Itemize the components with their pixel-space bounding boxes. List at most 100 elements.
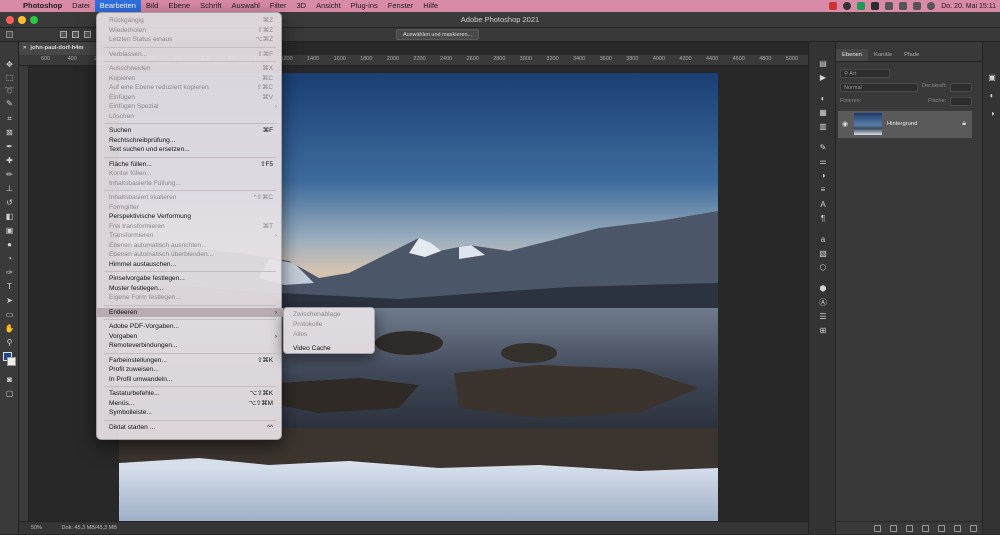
selection-new-icon[interactable]	[60, 31, 67, 38]
status-app-icon[interactable]	[829, 2, 838, 10]
selection-add-icon[interactable]	[72, 31, 79, 38]
history-brush-tool-icon[interactable]: ↺	[4, 198, 15, 207]
brushes-panel-icon[interactable]: ✎	[818, 143, 828, 152]
edit-menu-item[interactable]: Kopieren ⌘C	[97, 74, 283, 84]
character-panel-icon[interactable]: A	[818, 200, 828, 209]
learn-icon[interactable]: ◑	[987, 109, 997, 118]
info-panel-icon[interactable]: Ⓐ	[818, 298, 828, 307]
edit-menu-item[interactable]: Transformieren ›	[97, 231, 283, 241]
tab-pfade[interactable]: Pfade	[898, 49, 925, 61]
marquee-preset-icon[interactable]	[6, 31, 13, 38]
select-and-mask-button[interactable]: Auswählen und maskieren...	[396, 29, 480, 40]
edit-menu-item[interactable]: Rechtschreibprüfung...	[97, 136, 283, 146]
gradients-panel-icon[interactable]: ▥	[818, 122, 828, 131]
brush-tool-icon[interactable]: ✏	[4, 170, 15, 179]
menu-auswahl[interactable]: Auswahl	[226, 0, 264, 12]
edit-menu-item[interactable]: Perspektivische Verformung	[97, 212, 283, 222]
type-tool-icon[interactable]: T	[4, 282, 15, 291]
eraser-tool-icon[interactable]: ◧	[4, 212, 15, 221]
edit-menu-item[interactable]: Menüs... ⌥⇧⌘M	[97, 399, 283, 409]
libraries-panel-icon[interactable]: ☰	[818, 312, 828, 321]
edit-menu-item[interactable]: In Profil umwandeln...	[97, 375, 283, 385]
menu-datei[interactable]: Datei	[67, 0, 95, 12]
pen-tool-icon[interactable]: ✑	[4, 268, 15, 277]
tab-kanaele[interactable]: Kanäle	[868, 49, 898, 61]
status-monitor-icon[interactable]	[871, 2, 880, 10]
background-color-swatch[interactable]	[7, 357, 16, 366]
close-tab-icon[interactable]: ×	[23, 45, 26, 51]
edit-menu-item[interactable]: Inhaltsbasierte Füllung...	[97, 179, 283, 189]
edit-menu-item[interactable]: Muster festlegen...	[97, 284, 283, 294]
libraries-icon[interactable]: ▣	[987, 73, 997, 82]
edit-menu-item[interactable]: Inhaltsbasiert skalieren ^⇧⌘C	[97, 193, 283, 203]
add-mask-icon[interactable]	[906, 525, 913, 532]
quick-mask-icon[interactable]: ◙	[4, 375, 15, 384]
edit-menu-item[interactable]: Text suchen und ersetzen...	[97, 145, 283, 155]
clone-source-panel-icon[interactable]: ⚌	[818, 157, 828, 166]
layer-row[interactable]: ◉ Hintergrund 🔒︎	[838, 111, 972, 138]
edit-menu-item[interactable]: Rückgängig ⌘Z	[97, 16, 283, 26]
edit-menu-item[interactable]: Wiederholen ⇧⌘Z	[97, 26, 283, 36]
edit-menu-item[interactable]: Profil zuweisen...	[97, 365, 283, 375]
edit-menu-item[interactable]: Einfügen Spezial ›	[97, 102, 283, 112]
menu-plugins[interactable]: Plug-ins	[346, 0, 383, 12]
healing-brush-tool-icon[interactable]: ✚	[4, 156, 15, 165]
tab-ebenen[interactable]: Ebenen	[836, 49, 868, 61]
hand-tool-icon[interactable]: ✋	[4, 324, 15, 333]
edit-menu-item[interactable]: Löschen	[97, 112, 283, 122]
move-tool-icon[interactable]: ✥	[4, 60, 15, 69]
opacity-input[interactable]	[950, 83, 972, 92]
edit-menu-item[interactable]: Fläche füllen... ⇧F5	[97, 160, 283, 170]
history-panel-icon[interactable]: ▤	[818, 59, 828, 68]
rectangle-tool-icon[interactable]: ▭	[4, 310, 15, 319]
menu-schrift[interactable]: Schrift	[195, 0, 226, 12]
edit-menu-item[interactable]: Symbolleiste...	[97, 408, 283, 418]
edit-menu-item[interactable]: Eigene Form festlegen...	[97, 293, 283, 303]
menu-hilfe[interactable]: Hilfe	[418, 0, 443, 12]
edit-menu-item[interactable]: Farbeinstellungen... ⇧⌘K	[97, 356, 283, 366]
dodge-tool-icon[interactable]: ◔	[4, 254, 15, 263]
notes-panel-icon[interactable]: ▧	[818, 249, 828, 258]
paths-panel-icon[interactable]: ⬢	[818, 284, 828, 293]
menu-app-name[interactable]: Photoshop	[18, 0, 67, 12]
zoom-tool-icon[interactable]: ⚲	[4, 338, 15, 347]
menu-fenster[interactable]: Fenster	[383, 0, 418, 12]
edit-menu-item[interactable]: Vorgaben ›	[97, 332, 283, 342]
selection-subtract-icon[interactable]	[84, 31, 91, 38]
quick-select-tool-icon[interactable]: ✎	[4, 99, 15, 108]
edit-menu-item[interactable]: Verblassen... ⇧⌘F	[97, 50, 283, 60]
crop-tool-icon[interactable]: ⌗	[4, 114, 15, 123]
layer-style-icon[interactable]	[890, 525, 897, 532]
blur-tool-icon[interactable]: ●	[4, 240, 15, 249]
new-layer-icon[interactable]	[954, 525, 961, 532]
color-panel-icon[interactable]: ◐	[818, 94, 828, 103]
menu-filter[interactable]: Filter	[265, 0, 292, 12]
gradient-tool-icon[interactable]: ▣	[4, 226, 15, 235]
document-tab[interactable]: × john-paul-dorf-h4m	[19, 42, 99, 55]
bluetooth-icon[interactable]	[885, 2, 894, 10]
layer-name[interactable]: Hintergrund	[887, 111, 917, 138]
menu-ebene[interactable]: Ebene	[163, 0, 195, 12]
submenu-item[interactable]: Video Cache	[284, 344, 376, 354]
submenu-item[interactable]: Zwischenablage	[284, 310, 376, 320]
stamp-tool-icon[interactable]: ⊥	[4, 184, 15, 193]
frame-tool-icon[interactable]: ⊠	[4, 128, 15, 137]
menu-ansicht[interactable]: Ansicht	[311, 0, 346, 12]
menu-3d[interactable]: 3D	[291, 0, 311, 12]
edit-menu-item[interactable]: Ausschneiden ⌘X	[97, 64, 283, 74]
delete-layer-icon[interactable]	[970, 525, 977, 532]
edit-menu-item[interactable]: Ebenen automatisch überblenden...	[97, 250, 283, 260]
edit-menu-item[interactable]: Kontur füllen...	[97, 169, 283, 179]
screen-mode-icon[interactable]: ▢	[4, 389, 15, 398]
edit-menu-item[interactable]: Formgitter	[97, 203, 283, 213]
dashlane-icon[interactable]	[857, 2, 866, 10]
menubar-clock[interactable]: Do. 20. Mai 15:11	[941, 3, 996, 10]
edit-menu-item[interactable]: Adobe PDF-Vorgaben...	[97, 322, 283, 332]
edit-menu-item[interactable]: Einfügen ⌘V	[97, 93, 283, 103]
menu-bearbeiten[interactable]: Bearbeiten	[94, 0, 141, 12]
blend-mode-select[interactable]: Normal	[840, 83, 918, 92]
path-select-tool-icon[interactable]: ➤	[4, 296, 15, 305]
battery-icon[interactable]	[913, 2, 922, 10]
zoom-level[interactable]: 50%	[31, 525, 42, 531]
fill-input[interactable]	[950, 97, 972, 106]
